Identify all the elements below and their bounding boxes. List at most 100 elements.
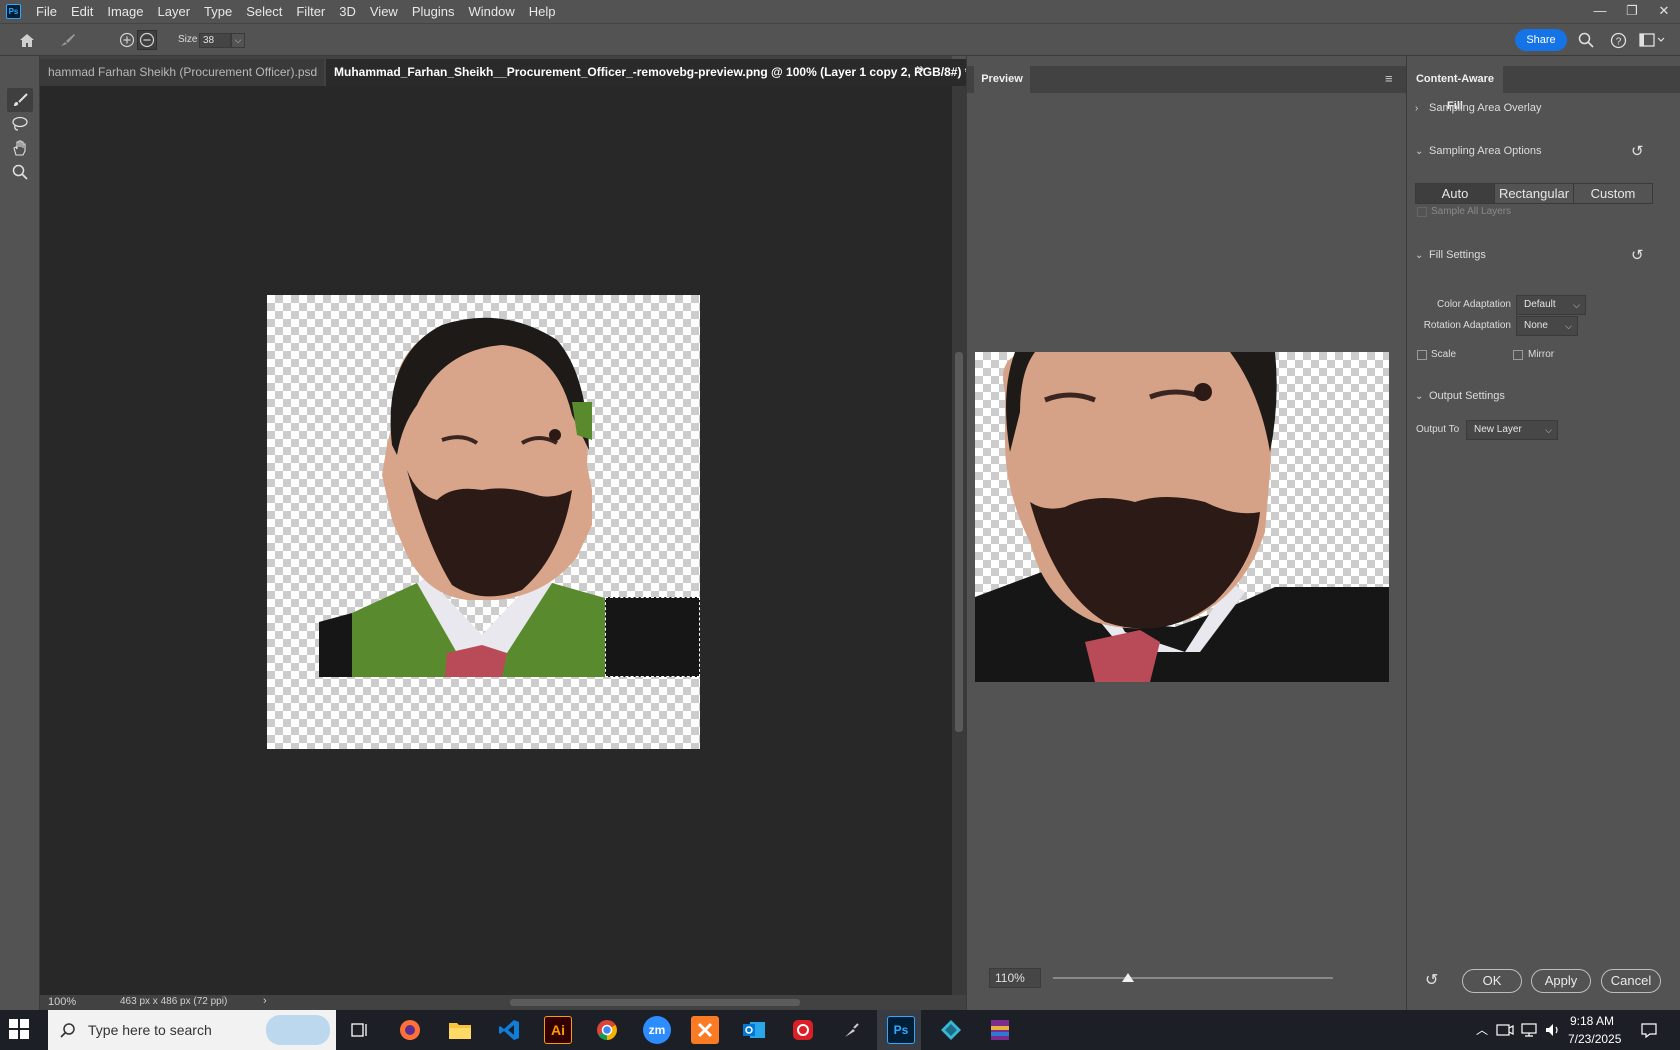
- canvas-area[interactable]: [40, 86, 952, 995]
- panel-menu-icon[interactable]: ≡: [1385, 71, 1393, 86]
- notifications-icon[interactable]: [1640, 1022, 1658, 1038]
- workspace-switcher-icon[interactable]: [1638, 30, 1666, 50]
- cancel-button[interactable]: Cancel: [1601, 969, 1661, 993]
- options-bar: Size 38 ⌵ Share ?: [0, 23, 1680, 56]
- mirror-label: Mirror: [1528, 349, 1555, 360]
- size-dropdown-chevron-icon[interactable]: ⌵: [231, 33, 245, 48]
- scale-checkbox[interactable]: [1417, 350, 1427, 360]
- vscode-icon[interactable]: [495, 1016, 523, 1044]
- menu-file[interactable]: File: [29, 0, 64, 23]
- menu-layer[interactable]: Layer: [151, 0, 198, 23]
- document-canvas[interactable]: [267, 295, 700, 749]
- close-tab-icon[interactable]: ×: [323, 65, 324, 79]
- meet-now-icon[interactable]: [1496, 1022, 1514, 1038]
- section-title: Sampling Area Options: [1429, 145, 1542, 157]
- app-diamond-icon[interactable]: [937, 1016, 965, 1044]
- minimize-button[interactable]: —: [1584, 0, 1616, 23]
- search-icon[interactable]: [1576, 30, 1596, 50]
- tab-png-document[interactable]: Muhammad_Farhan_Sheikh__Procurement_Offi…: [326, 59, 966, 86]
- sampling-area-overlay-section[interactable]: › Sampling Area Overlay: [1415, 102, 1542, 114]
- menu-filter[interactable]: Filter: [289, 0, 332, 23]
- output-settings-section[interactable]: ⌄ Output Settings: [1415, 390, 1505, 402]
- winrar-icon[interactable]: [986, 1016, 1014, 1044]
- sampling-auto-button[interactable]: Auto: [1416, 184, 1495, 203]
- menu-image[interactable]: Image: [100, 0, 150, 23]
- tab-content-aware-fill[interactable]: Content-Aware Fill: [1407, 66, 1503, 112]
- chevron-right-icon: ›: [1415, 103, 1419, 114]
- tray-expand-chevron-icon[interactable]: ︿: [1476, 1021, 1488, 1038]
- menu-type[interactable]: Type: [197, 0, 239, 23]
- task-view-icon[interactable]: [346, 1016, 374, 1044]
- rotation-adaptation-select[interactable]: None ⌵: [1516, 316, 1578, 336]
- tab-psd-document[interactable]: hammad Farhan Sheikh (Procurement Office…: [40, 59, 324, 86]
- reset-sampling-icon[interactable]: ↺: [1631, 142, 1644, 160]
- windows-start-icon[interactable]: [8, 1018, 32, 1042]
- menu-plugins[interactable]: Plugins: [405, 0, 462, 23]
- home-icon[interactable]: [17, 30, 37, 50]
- horizontal-scrollbar-thumb[interactable]: [510, 999, 800, 1006]
- vertical-scrollbar[interactable]: [952, 86, 966, 995]
- apply-button[interactable]: Apply: [1531, 969, 1591, 993]
- xampp-icon[interactable]: [691, 1016, 719, 1044]
- firefox-icon[interactable]: [396, 1016, 424, 1044]
- output-to-select[interactable]: New Layer ⌵: [1466, 420, 1558, 440]
- share-button[interactable]: Share: [1515, 29, 1567, 51]
- sample-all-layers-checkbox[interactable]: [1417, 207, 1427, 217]
- remove-brush-tool-icon[interactable]: [7, 88, 33, 112]
- sampling-rectangular-button[interactable]: Rectangular: [1495, 184, 1574, 203]
- selection-marquee[interactable]: [605, 597, 700, 677]
- brush-preset-icon[interactable]: [58, 30, 78, 50]
- chrome-icon[interactable]: [593, 1016, 621, 1044]
- pen-tool-app-icon[interactable]: [838, 1016, 866, 1044]
- taskbar-search-box[interactable]: Type here to search: [48, 1010, 336, 1050]
- menu-view[interactable]: View: [363, 0, 405, 23]
- close-window-button[interactable]: ✕: [1648, 0, 1680, 23]
- clock-date[interactable]: 7/23/2025: [1568, 1032, 1621, 1046]
- help-icon[interactable]: ?: [1608, 30, 1628, 50]
- preview-canvas: [975, 352, 1389, 682]
- creative-cloud-icon[interactable]: [789, 1016, 817, 1044]
- network-icon[interactable]: [1520, 1022, 1538, 1038]
- mirror-checkbox[interactable]: [1513, 350, 1523, 360]
- ok-button[interactable]: OK: [1462, 969, 1522, 993]
- add-to-selection-icon[interactable]: [117, 30, 137, 50]
- outlook-icon[interactable]: [740, 1016, 768, 1044]
- menu-help[interactable]: Help: [522, 0, 563, 23]
- menu-bar: Ps File Edit Image Layer Type Select Fil…: [0, 0, 1680, 23]
- reset-all-icon[interactable]: ↺: [1425, 970, 1438, 990]
- status-menu-arrow[interactable]: ›: [263, 995, 267, 1007]
- preview-zoom-input[interactable]: 110%: [989, 968, 1041, 988]
- illustrator-icon[interactable]: Ai: [544, 1016, 572, 1044]
- search-highlight-illustration: [266, 1015, 330, 1045]
- color-adaptation-select[interactable]: Default ⌵: [1516, 295, 1586, 315]
- subtract-from-selection-icon[interactable]: [137, 30, 157, 50]
- tab-overflow-icon[interactable]: »: [916, 60, 924, 77]
- zoom-app-icon[interactable]: zm: [643, 1016, 671, 1044]
- zoom-slider-handle[interactable]: [1122, 973, 1134, 982]
- tab-preview[interactable]: Preview: [974, 66, 1030, 93]
- color-adaptation-label: Color Adaptation: [1437, 299, 1511, 310]
- volume-icon[interactable]: [1544, 1022, 1562, 1038]
- reset-fill-settings-icon[interactable]: ↺: [1631, 246, 1644, 264]
- fill-settings-section[interactable]: ⌄ Fill Settings: [1415, 249, 1486, 261]
- photoshop-taskbar-icon[interactable]: Ps: [887, 1016, 915, 1044]
- clock-time[interactable]: 9:18 AM: [1570, 1014, 1614, 1028]
- preview-viewport[interactable]: [975, 101, 1389, 989]
- file-explorer-icon[interactable]: [446, 1016, 474, 1044]
- lasso-tool-icon[interactable]: [7, 112, 33, 136]
- size-input[interactable]: 38: [199, 33, 231, 48]
- menu-window[interactable]: Window: [461, 0, 521, 23]
- hand-tool-icon[interactable]: [7, 136, 33, 160]
- sample-all-layers-label: Sample All Layers: [1431, 206, 1512, 217]
- sampling-custom-button[interactable]: Custom: [1574, 184, 1652, 203]
- zoom-level[interactable]: 100%: [48, 996, 76, 1008]
- menu-edit[interactable]: Edit: [64, 0, 100, 23]
- preview-zoom-slider[interactable]: [1053, 977, 1333, 979]
- zoom-tool-icon[interactable]: [7, 160, 33, 184]
- restore-button[interactable]: ❐: [1616, 0, 1648, 23]
- sampling-area-options-section[interactable]: ⌄ Sampling Area Options: [1415, 145, 1542, 157]
- menu-select[interactable]: Select: [239, 0, 289, 23]
- menu-3d[interactable]: 3D: [332, 0, 363, 23]
- scrollbar-thumb[interactable]: [955, 352, 963, 732]
- preview-panel: Preview ≡ 110%: [966, 56, 1407, 1010]
